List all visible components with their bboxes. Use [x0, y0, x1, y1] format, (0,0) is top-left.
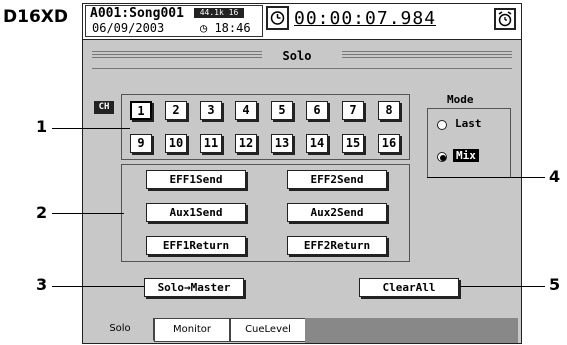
channel-button-7[interactable]: 7 [342, 101, 364, 120]
channel-label: CH [94, 101, 114, 114]
alarm-clock-icon[interactable] [494, 8, 516, 30]
callout-5-line [460, 286, 545, 287]
channel-button-3[interactable]: 3 [200, 101, 222, 120]
clear-all-button[interactable]: ClearAll [359, 278, 459, 297]
channel-button-4[interactable]: 4 [235, 101, 257, 120]
channel-button-16[interactable]: 16 [378, 134, 400, 153]
model-name: D16XD [3, 7, 68, 27]
sample-rate-badge: 44.1k 16 [194, 8, 244, 18]
callout-1-line [52, 128, 130, 129]
channel-button-10[interactable]: 10 [165, 134, 187, 153]
channel-button-6[interactable]: 6 [306, 101, 328, 120]
song-date: 06/09/2003 [92, 21, 165, 35]
eff1-send-button[interactable]: EFF1Send [146, 170, 246, 189]
channel-button-15[interactable]: 15 [342, 134, 364, 153]
channel-button-2[interactable]: 2 [165, 101, 187, 120]
callout-3-line [52, 286, 144, 287]
aux1-send-button[interactable]: Aux1Send [146, 203, 246, 222]
song-time: ◷ 18:46 [200, 21, 251, 35]
callout-1: 1 [36, 117, 48, 136]
mode-last-radio[interactable] [437, 120, 447, 130]
eff2-return-button[interactable]: EFF2Return [287, 236, 387, 255]
solo-master-button[interactable]: Solo→Master [144, 278, 244, 297]
channel-button-14[interactable]: 14 [306, 134, 328, 153]
tab-bar: Solo Monitor CueLevel [86, 318, 518, 343]
channel-button-9[interactable]: 9 [130, 134, 152, 153]
clock-icon-graphic [270, 11, 285, 25]
callout-4: 4 [549, 167, 561, 186]
tab-monitor[interactable]: Monitor [154, 318, 230, 342]
time-counter: 00:00:07.984 [294, 8, 437, 29]
clock-icon[interactable] [266, 6, 289, 30]
mode-last-label[interactable]: Last [455, 117, 482, 130]
channel-button-1[interactable]: 1 [130, 101, 152, 120]
tab-bar-fill [305, 318, 518, 343]
eff1-return-button[interactable]: EFF1Return [146, 236, 246, 255]
channel-button-12[interactable]: 12 [235, 134, 257, 153]
callout-5: 5 [549, 275, 561, 294]
aux2-send-button[interactable]: Aux2Send [287, 203, 387, 222]
mode-mix-label[interactable]: Mix [453, 149, 479, 162]
channel-button-5[interactable]: 5 [271, 101, 293, 120]
page-title: Solo [282, 49, 312, 63]
song-name: A001:Song001 [90, 6, 184, 21]
channel-button-13[interactable]: 13 [271, 134, 293, 153]
eff2-send-button[interactable]: EFF2Send [287, 170, 387, 189]
alarm-clock-icon-graphic [498, 11, 512, 27]
tab-solo[interactable]: Solo [86, 318, 154, 341]
channel-button-8[interactable]: 8 [378, 101, 400, 120]
mode-label: Mode [447, 93, 474, 106]
callout-3: 3 [36, 275, 48, 294]
callout-2-line [52, 213, 124, 214]
callout-4-line [427, 177, 545, 178]
tab-cuelevel[interactable]: CueLevel [230, 318, 306, 342]
channel-button-11[interactable]: 11 [200, 134, 222, 153]
callout-2: 2 [36, 203, 48, 222]
mode-mix-radio[interactable] [437, 152, 447, 162]
